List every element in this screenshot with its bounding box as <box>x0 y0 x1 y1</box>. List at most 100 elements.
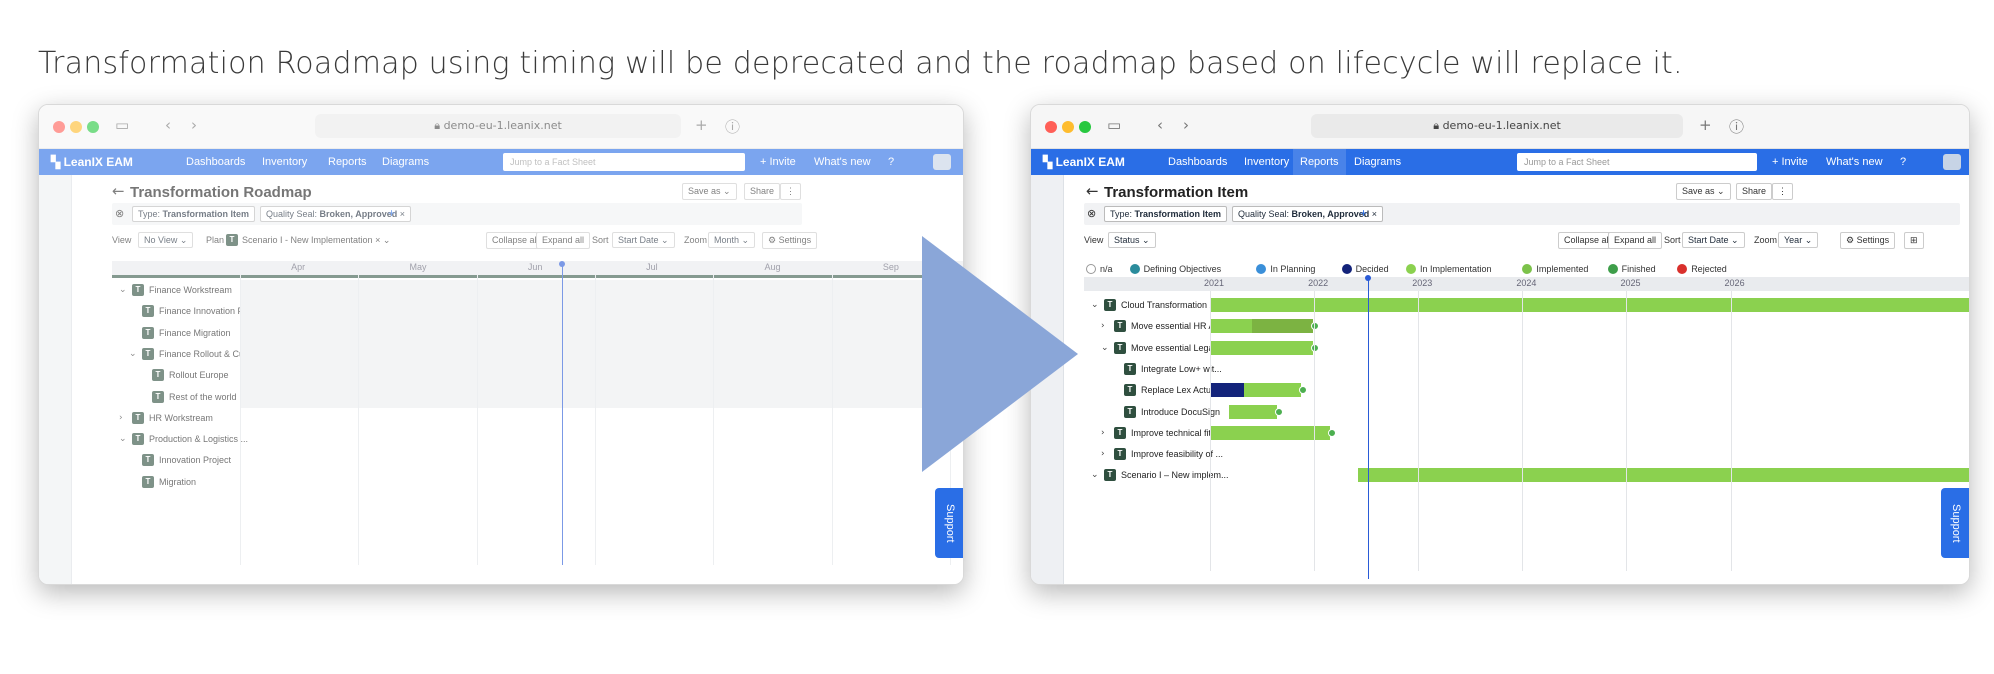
new-tab-icon[interactable]: + <box>1699 116 1712 134</box>
close-window-button[interactable] <box>1045 121 1057 133</box>
chevron-down-icon[interactable]: ⌄ <box>1101 343 1109 353</box>
table-view-icon[interactable]: ⊞ <box>1904 232 1924 249</box>
clear-filters-icon[interactable]: ⊗ <box>1087 207 1096 220</box>
share-button[interactable]: Share <box>1736 183 1773 200</box>
help-icon[interactable]: ? <box>1893 149 1913 175</box>
new-tab-icon[interactable]: + <box>695 116 708 134</box>
status-bar-segment[interactable] <box>1229 404 1277 419</box>
remove-filter-icon[interactable]: × <box>1372 209 1377 219</box>
nav-reports[interactable]: Reports <box>321 149 374 175</box>
nav-reports[interactable]: Reports <box>1293 149 1346 175</box>
expand-all-button[interactable]: Expand all <box>1608 232 1663 249</box>
clear-filters-icon[interactable]: ⊗ <box>115 207 124 220</box>
status-bar-segment[interactable] <box>1210 340 1313 355</box>
status-bar-segment[interactable] <box>1358 468 1969 483</box>
save-as-button[interactable]: Save as ⌄ <box>682 183 737 200</box>
sidebar-toggle-icon[interactable]: ▭ <box>115 116 129 134</box>
chevron-down-icon[interactable]: ⌄ <box>1091 470 1099 480</box>
row-label[interactable]: Introduce DocuSign <box>1141 407 1220 417</box>
nav-dashboards[interactable]: Dashboards <box>1161 149 1234 175</box>
remove-filter-icon[interactable]: × <box>400 209 405 219</box>
minimize-window-button[interactable] <box>70 121 82 133</box>
support-tab[interactable]: Support <box>1941 488 1969 558</box>
zoom-select[interactable]: Month ⌄ <box>708 232 756 248</box>
chevron-down-icon[interactable]: ⌄ <box>129 349 137 359</box>
chevron-right-icon[interactable]: › <box>119 413 123 423</box>
info-icon[interactable]: ⓘ <box>725 116 740 137</box>
legend-label: In Planning <box>1270 264 1316 274</box>
back-arrow-icon[interactable]: ← <box>112 182 125 200</box>
close-window-button[interactable] <box>53 121 65 133</box>
status-bar-segment[interactable] <box>1210 319 1252 334</box>
expand-all-button[interactable]: Expand all <box>536 232 591 249</box>
info-icon[interactable]: ⓘ <box>1729 116 1744 137</box>
search-input[interactable]: Jump to a Fact Sheet <box>503 153 745 171</box>
settings-button[interactable]: ⚙ Settings <box>1840 232 1896 249</box>
address-bar[interactable]: 🔒︎ demo-eu-1.leanix.net <box>1311 114 1683 138</box>
nav-dashboards[interactable]: Dashboards <box>179 149 252 175</box>
back-arrow-icon[interactable]: ← <box>1086 182 1099 200</box>
plan-select[interactable]: Scenario I - New Implementation × ⌄ <box>242 235 390 246</box>
whats-new-link[interactable]: What's new <box>807 149 878 175</box>
row-label[interactable]: Rest of the world <box>169 392 237 402</box>
invite-button[interactable]: + Invite <box>1765 149 1815 175</box>
search-input[interactable]: Jump to a Fact Sheet <box>1517 153 1757 171</box>
sort-select[interactable]: Start Date ⌄ <box>612 232 675 248</box>
row-label[interactable]: Innovation Project <box>159 455 231 465</box>
chevron-right-icon[interactable]: › <box>1101 428 1105 438</box>
sidebar-toggle-icon[interactable]: ▭ <box>1107 116 1121 134</box>
back-icon[interactable]: ‹ <box>165 116 171 134</box>
chevron-down-icon[interactable]: ⌄ <box>1091 300 1099 310</box>
forward-icon[interactable]: › <box>1183 116 1189 134</box>
maximize-window-button[interactable] <box>1079 121 1091 133</box>
row-label[interactable]: Rollout Europe <box>169 370 229 380</box>
status-bar-segment[interactable] <box>1210 425 1331 440</box>
address-bar[interactable]: 🔒︎ demo-eu-1.leanix.net <box>315 114 681 138</box>
support-tab[interactable]: Support <box>935 488 963 558</box>
settings-button[interactable]: ⚙ Settings <box>762 232 818 249</box>
nav-inventory[interactable]: Inventory <box>255 149 314 175</box>
row-label[interactable]: Production & Logistics ... <box>149 434 248 444</box>
invite-button[interactable]: + Invite <box>753 149 803 175</box>
row-label[interactable]: Migration <box>159 477 196 487</box>
view-select[interactable]: Status ⌄ <box>1108 232 1156 248</box>
row-label[interactable]: HR Workstream <box>149 413 213 423</box>
chevron-right-icon[interactable]: › <box>1101 321 1105 331</box>
chevron-down-icon[interactable]: ⌄ <box>119 285 127 295</box>
status-bar-segment[interactable] <box>1210 383 1245 398</box>
filter-chip-type[interactable]: Type: Transformation Item <box>132 206 256 222</box>
sort-select[interactable]: Start Date ⌄ <box>1682 232 1745 248</box>
minimize-window-button[interactable] <box>1062 121 1074 133</box>
row-label[interactable]: Cloud Transformation 2... <box>1121 300 1222 310</box>
nav-inventory[interactable]: Inventory <box>1237 149 1296 175</box>
share-button[interactable]: Share <box>744 183 781 200</box>
zoom-select[interactable]: Year ⌄ <box>1778 232 1819 248</box>
status-bar-segment[interactable] <box>1251 319 1313 334</box>
add-filter-icon[interactable]: + <box>388 206 395 220</box>
view-select[interactable]: No View ⌄ <box>138 232 194 248</box>
status-bar-segment[interactable] <box>1210 298 1969 312</box>
more-icon[interactable]: ⋮ <box>1772 183 1793 200</box>
maximize-window-button[interactable] <box>87 121 99 133</box>
status-bar-segment[interactable] <box>1244 383 1302 398</box>
row-label[interactable]: Finance Migration <box>159 328 231 338</box>
forward-icon[interactable]: › <box>191 116 197 134</box>
chevron-right-icon[interactable]: › <box>1101 449 1105 459</box>
back-icon[interactable]: ‹ <box>1157 116 1163 134</box>
app-logo[interactable]: ▚ LeanIX EAM <box>51 155 133 169</box>
whats-new-link[interactable]: What's new <box>1819 149 1890 175</box>
nav-diagrams[interactable]: Diagrams <box>1347 149 1408 175</box>
help-icon[interactable]: ? <box>881 149 901 175</box>
row-label[interactable]: Scenario I – New implem... <box>1121 470 1229 480</box>
app-logo[interactable]: ▚ LeanIX EAM <box>1043 155 1125 169</box>
save-as-button[interactable]: Save as ⌄ <box>1676 183 1731 200</box>
avatar[interactable] <box>933 154 951 170</box>
nav-diagrams[interactable]: Diagrams <box>375 149 436 175</box>
chevron-down-icon[interactable]: ⌄ <box>119 434 127 444</box>
more-icon[interactable]: ⋮ <box>780 183 801 200</box>
row-label[interactable]: Finance Workstream <box>149 285 232 295</box>
row-label[interactable]: Improve technical fit ... <box>1131 428 1221 438</box>
add-filter-icon[interactable]: + <box>1360 206 1367 220</box>
filter-chip-type[interactable]: Type: Transformation Item <box>1104 206 1228 222</box>
avatar[interactable] <box>1943 154 1961 170</box>
